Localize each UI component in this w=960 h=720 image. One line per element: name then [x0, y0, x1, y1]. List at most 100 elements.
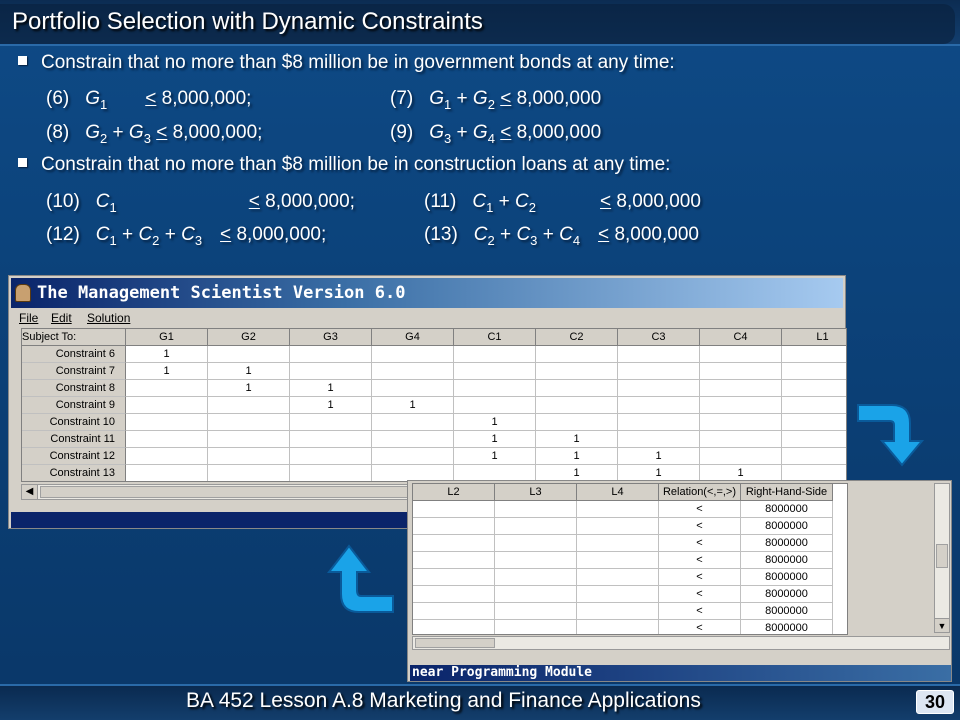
- grid-cell[interactable]: [495, 603, 577, 620]
- grid-cell[interactable]: <: [659, 620, 741, 634]
- grid-cell[interactable]: [618, 380, 700, 397]
- grid-cell[interactable]: [782, 397, 846, 414]
- grid-cell[interactable]: [208, 414, 290, 431]
- grid-cell[interactable]: [577, 586, 659, 603]
- grid-cell[interactable]: [290, 363, 372, 380]
- grid-cell[interactable]: [495, 501, 577, 518]
- grid-cell[interactable]: [782, 414, 846, 431]
- row-header[interactable]: Constraint 13: [22, 465, 126, 481]
- grid-cell[interactable]: [536, 346, 618, 363]
- scroll-down-icon[interactable]: ▼: [935, 618, 949, 632]
- grid-cell[interactable]: [413, 518, 495, 535]
- grid-cell[interactable]: <: [659, 586, 741, 603]
- grid-cell[interactable]: [413, 535, 495, 552]
- grid-cell[interactable]: [618, 363, 700, 380]
- grid-cell[interactable]: <: [659, 535, 741, 552]
- grid-cell[interactable]: [208, 448, 290, 465]
- grid-cell[interactable]: [413, 569, 495, 586]
- grid-cell[interactable]: [618, 397, 700, 414]
- grid-cell[interactable]: [454, 397, 536, 414]
- grid-cell[interactable]: [126, 380, 208, 397]
- grid-cell[interactable]: 1: [126, 346, 208, 363]
- grid-cell[interactable]: [577, 535, 659, 552]
- row-header[interactable]: Constraint 10: [22, 414, 126, 431]
- grid-cell[interactable]: [290, 414, 372, 431]
- grid-cell[interactable]: [700, 397, 782, 414]
- grid-cell[interactable]: [413, 586, 495, 603]
- grid-cell[interactable]: 1: [208, 380, 290, 397]
- grid-cell[interactable]: [290, 465, 372, 481]
- grid-cell[interactable]: [290, 346, 372, 363]
- grid-cell[interactable]: [290, 448, 372, 465]
- grid-cell[interactable]: [495, 569, 577, 586]
- grid-cell[interactable]: 8000000: [741, 552, 833, 569]
- grid-cell[interactable]: 1: [208, 363, 290, 380]
- row-header[interactable]: Constraint 12: [22, 448, 126, 465]
- grid-cell[interactable]: [126, 397, 208, 414]
- grid-cell[interactable]: [495, 552, 577, 569]
- grid-cell[interactable]: 1: [454, 414, 536, 431]
- grid-cell[interactable]: [208, 431, 290, 448]
- vertical-scrollbar[interactable]: ▼: [934, 483, 950, 633]
- column-header[interactable]: L4: [577, 484, 659, 501]
- grid-cell[interactable]: 1: [454, 448, 536, 465]
- grid-cell[interactable]: [126, 414, 208, 431]
- grid-cell[interactable]: [126, 431, 208, 448]
- grid-cell[interactable]: 1: [372, 397, 454, 414]
- grid-cell[interactable]: [413, 603, 495, 620]
- grid-cell[interactable]: <: [659, 569, 741, 586]
- row-header[interactable]: Constraint 11: [22, 431, 126, 448]
- grid-cell[interactable]: <: [659, 603, 741, 620]
- grid-cell[interactable]: [413, 552, 495, 569]
- menu-edit[interactable]: Edit: [51, 311, 72, 325]
- grid-cell[interactable]: 1: [618, 448, 700, 465]
- column-header[interactable]: G3: [290, 329, 372, 346]
- grid-cell[interactable]: [618, 414, 700, 431]
- grid-cell[interactable]: [372, 363, 454, 380]
- scrollbar-thumb[interactable]: [40, 486, 430, 498]
- column-header[interactable]: L1: [782, 329, 846, 346]
- grid-cell[interactable]: [577, 501, 659, 518]
- grid-cell[interactable]: [577, 620, 659, 634]
- row-header[interactable]: Constraint 6: [22, 346, 126, 363]
- scrollbar-thumb[interactable]: [415, 638, 495, 648]
- grid-cell[interactable]: [700, 431, 782, 448]
- column-header[interactable]: L2: [413, 484, 495, 501]
- window-title-bar[interactable]: The Management Scientist Version 6.0: [11, 278, 843, 308]
- grid-cell[interactable]: 1: [536, 431, 618, 448]
- grid-cell[interactable]: [454, 363, 536, 380]
- grid-cell[interactable]: [413, 620, 495, 634]
- grid-cell[interactable]: [495, 620, 577, 634]
- grid-cell[interactable]: [454, 346, 536, 363]
- scroll-left-icon[interactable]: ◀: [22, 485, 38, 499]
- column-header[interactable]: Relation(<,=,>): [659, 484, 741, 501]
- grid-cell[interactable]: [372, 414, 454, 431]
- column-header[interactable]: C3: [618, 329, 700, 346]
- grid-cell[interactable]: [208, 465, 290, 481]
- grid-cell[interactable]: [700, 363, 782, 380]
- grid-cell[interactable]: [495, 535, 577, 552]
- column-header[interactable]: C4: [700, 329, 782, 346]
- row-header[interactable]: Constraint 8: [22, 380, 126, 397]
- scrollbar-thumb[interactable]: [936, 544, 948, 568]
- grid-cell[interactable]: [700, 414, 782, 431]
- menu-solution[interactable]: Solution: [87, 311, 130, 325]
- grid-cell[interactable]: 8000000: [741, 569, 833, 586]
- grid-cell[interactable]: [208, 346, 290, 363]
- grid-cell[interactable]: <: [659, 552, 741, 569]
- menu-file[interactable]: File: [19, 311, 38, 325]
- grid-cell[interactable]: [536, 380, 618, 397]
- row-header[interactable]: Constraint 7: [22, 363, 126, 380]
- column-header[interactable]: L3: [495, 484, 577, 501]
- grid-cell[interactable]: [126, 465, 208, 481]
- grid-cell[interactable]: 8000000: [741, 518, 833, 535]
- grid-cell[interactable]: [618, 346, 700, 363]
- grid-cell[interactable]: [454, 380, 536, 397]
- grid-cell[interactable]: 8000000: [741, 620, 833, 634]
- grid-cell[interactable]: [700, 380, 782, 397]
- row-header[interactable]: Constraint 9: [22, 397, 126, 414]
- column-header[interactable]: C2: [536, 329, 618, 346]
- grid-cell[interactable]: [782, 346, 846, 363]
- grid-cell[interactable]: 1: [290, 397, 372, 414]
- grid-cell[interactable]: 1: [290, 380, 372, 397]
